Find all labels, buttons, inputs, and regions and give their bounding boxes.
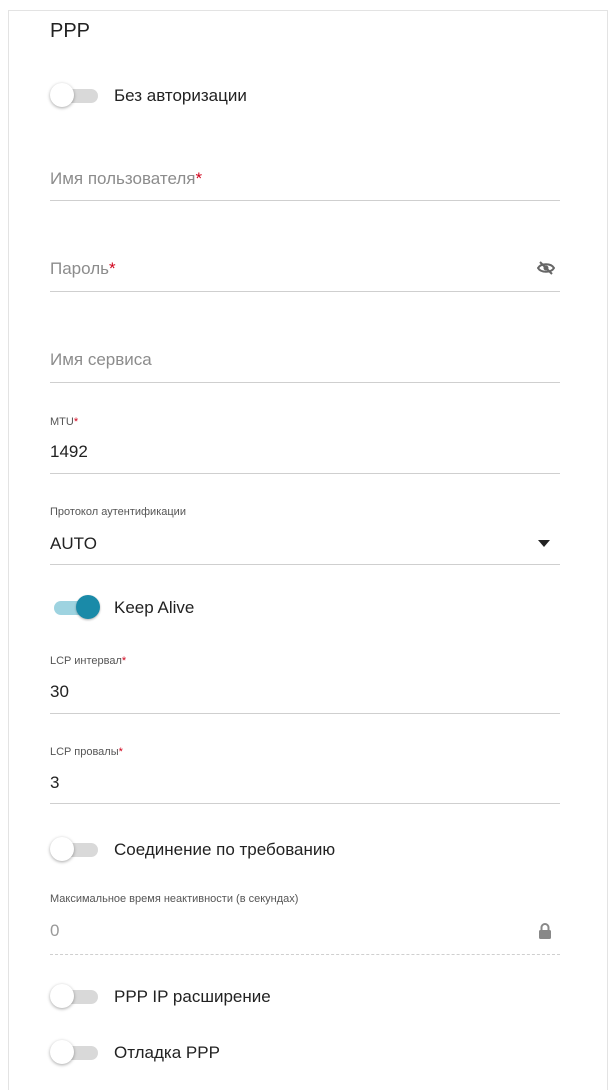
lcp-interval-value: 30 xyxy=(50,682,69,701)
username-field[interactable]: Имя пользователя* xyxy=(50,160,560,201)
ppp-ip-ext-label: PPP IP расширение xyxy=(114,987,271,1006)
lcp-failures-label: LCP провалы* xyxy=(50,746,123,758)
lcp-failures-value: 3 xyxy=(50,773,60,792)
password-field[interactable]: Пароль* xyxy=(50,250,560,292)
keep-alive-label: Keep Alive xyxy=(114,598,195,617)
keep-alive-toggle[interactable] xyxy=(50,594,102,622)
on-demand-label: Соединение по требованию xyxy=(114,840,336,859)
eye-off-icon[interactable] xyxy=(537,260,555,276)
lock-icon xyxy=(539,923,551,939)
section-title: PPP xyxy=(50,20,91,42)
ppp-debug-label: Отладка PPP xyxy=(114,1043,220,1062)
mtu-value: 1492 xyxy=(50,442,88,461)
no-auth-row: Без авторизации xyxy=(50,82,247,110)
toggle-knob xyxy=(50,83,74,107)
service-name-field[interactable]: Имя сервиса xyxy=(50,340,560,383)
service-name-placeholder: Имя сервиса xyxy=(50,350,152,369)
username-placeholder: Имя пользователя* xyxy=(50,169,203,188)
auth-protocol-select[interactable]: Протокол аутентификации AUTO xyxy=(50,504,560,565)
no-auth-toggle[interactable] xyxy=(50,82,102,110)
mtu-label: MTU* xyxy=(50,416,79,428)
max-idle-label: Максимальное время неактивности (в секун… xyxy=(50,893,299,905)
dropdown-arrow-icon[interactable] xyxy=(538,540,550,547)
lcp-interval-field[interactable]: LCP интервал* 30 xyxy=(50,652,560,714)
mtu-field[interactable]: MTU* 1492 xyxy=(50,412,560,474)
no-auth-label: Без авторизации xyxy=(114,86,247,105)
ppp-debug-toggle[interactable] xyxy=(50,1039,102,1067)
on-demand-row: Соединение по требованию xyxy=(50,836,335,864)
lcp-failures-field[interactable]: LCP провалы* 3 xyxy=(50,743,560,804)
on-demand-toggle[interactable] xyxy=(50,836,102,864)
auth-protocol-label: Протокол аутентификации xyxy=(50,506,186,518)
keep-alive-row: Keep Alive xyxy=(50,594,194,622)
max-idle-field: Максимальное время неактивности (в секун… xyxy=(50,890,560,955)
toggle-knob xyxy=(50,837,74,861)
max-idle-value: 0 xyxy=(50,921,60,940)
ppp-ip-ext-row: PPP IP расширение xyxy=(50,983,271,1011)
lcp-interval-label: LCP интервал* xyxy=(50,655,127,667)
toggle-knob xyxy=(76,595,100,619)
password-placeholder: Пароль* xyxy=(50,259,116,278)
toggle-knob xyxy=(50,1040,74,1064)
toggle-knob xyxy=(50,984,74,1008)
ppp-ip-ext-toggle[interactable] xyxy=(50,983,102,1011)
auth-protocol-value: AUTO xyxy=(50,534,97,553)
ppp-debug-row: Отладка PPP xyxy=(50,1039,220,1067)
